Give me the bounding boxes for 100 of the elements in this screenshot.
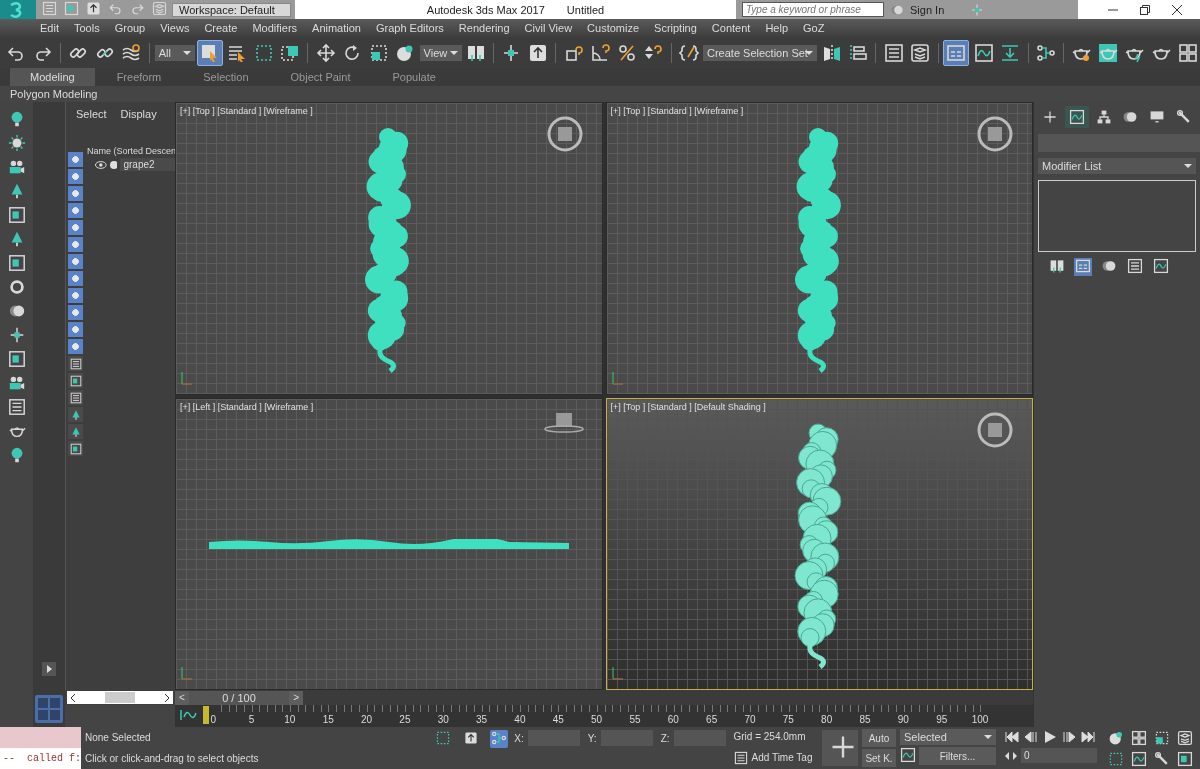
viewport[interactable]: [+] [Left ] [Standard ] [Wireframe ]: [175, 397, 603, 690]
viewcube-icon[interactable]: [543, 410, 584, 435]
panel-icon[interactable]: [68, 373, 83, 388]
viewport[interactable]: [+] [Top ] [Standard ] [Default Shading ]: [605, 397, 1033, 690]
layers-icon[interactable]: [1176, 730, 1194, 748]
menu-item[interactable]: Create: [204, 22, 238, 34]
ribbon-panel-title[interactable]: Polygon Modeling: [10, 88, 98, 100]
ribbon-tab[interactable]: Object Paint: [270, 68, 371, 86]
panel-icon[interactable]: [68, 441, 83, 456]
object-name[interactable]: grape2: [120, 158, 175, 171]
toolbar-dropdown[interactable]: All: [154, 44, 195, 61]
tree-icon[interactable]: [68, 424, 83, 439]
filter-toggle[interactable]: [68, 186, 83, 201]
menu-item[interactable]: GoZ: [803, 22, 825, 34]
key-filters-button[interactable]: Filters...: [919, 747, 996, 765]
menu-item[interactable]: Views: [160, 22, 190, 34]
restore-icon[interactable]: [1140, 4, 1150, 15]
panel-icon[interactable]: [7, 254, 26, 272]
current-frame-field[interactable]: 0: [1021, 748, 1097, 763]
viewport[interactable]: [+] [Top ] [Standard ] [Wireframe ]: [605, 102, 1033, 395]
filter-toggle[interactable]: [68, 305, 83, 320]
add-time-tag-button[interactable]: Add Time Tag: [733, 750, 818, 765]
column-header[interactable]: Name (Sorted Descen: [87, 146, 175, 156]
viewport-label[interactable]: [+] [Left ] [Standard ] [Wireframe ]: [180, 401, 314, 412]
menu-item[interactable]: Modifiers: [252, 22, 298, 34]
table-icon[interactable]: [68, 390, 83, 405]
menu-item[interactable]: Content: [711, 22, 751, 34]
set-key-button[interactable]: Set K.: [862, 749, 896, 767]
previous-frame-button[interactable]: <: [175, 690, 189, 705]
explorer-tab[interactable]: Display: [120, 108, 157, 120]
toolbar-dropdown[interactable]: Create Selection Set: [703, 44, 818, 61]
menu-item[interactable]: Tools: [73, 22, 100, 34]
filter-toggle[interactable]: [68, 254, 83, 269]
ribbon-tab[interactable]: Freeform: [96, 68, 182, 86]
menu-item[interactable]: Rendering: [458, 22, 510, 34]
menu-item[interactable]: Group: [114, 22, 146, 34]
tree-icon[interactable]: [68, 407, 83, 422]
first-frame-icon[interactable]: [1004, 730, 1020, 744]
curve-icon[interactable]: [1130, 751, 1148, 769]
next-frame-button[interactable]: >: [289, 690, 303, 705]
select-cursor-icon[interactable]: [196, 39, 223, 66]
panel-icon[interactable]: [7, 206, 26, 224]
eye-icon[interactable]: [95, 160, 107, 169]
time-marker[interactable]: [203, 706, 209, 724]
filter-toggle[interactable]: [68, 288, 83, 303]
last-frame-icon[interactable]: [1080, 730, 1096, 744]
sun-icon[interactable]: [7, 134, 26, 152]
key-filter-dropdown[interactable]: Selected: [900, 729, 996, 745]
modifier-stack[interactable]: [1038, 180, 1196, 252]
play-icon[interactable]: [1042, 730, 1058, 744]
viewcube-icon[interactable]: [545, 115, 584, 153]
viewcube-icon[interactable]: [976, 115, 1014, 153]
filter-toggle[interactable]: [68, 203, 83, 218]
image-grid-icon[interactable]: [1130, 730, 1148, 748]
viewcube-icon[interactable]: [976, 410, 1014, 449]
ring-icon[interactable]: [7, 278, 26, 296]
curve-icon[interactable]: [1152, 258, 1170, 276]
curve-editor-icon[interactable]: [179, 707, 199, 723]
filter-toggle[interactable]: [68, 237, 83, 252]
menu-item[interactable]: Civil View: [524, 22, 573, 34]
table-icon[interactable]: [1126, 258, 1144, 276]
curve-icon[interactable]: [1064, 106, 1089, 128]
sign-in-link[interactable]: Sign In: [910, 3, 945, 16]
viewport-label[interactable]: [+] [Top ] [Standard ] [Wireframe ]: [180, 106, 313, 116]
filter-toggle[interactable]: [68, 220, 83, 235]
menu-item[interactable]: Graph Editors: [375, 22, 444, 34]
panel-icon[interactable]: [7, 350, 26, 368]
ribbon-tab[interactable]: Selection: [183, 68, 269, 86]
filter-toggle[interactable]: [68, 152, 83, 167]
search-field[interactable]: Type a keyword or phrase: [742, 2, 884, 17]
camera-icon[interactable]: [7, 374, 26, 392]
viewport-label[interactable]: [+] [Top ] [Standard ] [Default Shading ]: [610, 401, 766, 412]
scroll-right-icon[interactable]: [164, 693, 170, 702]
close-icon[interactable]: [1172, 4, 1182, 15]
menu-item[interactable]: Animation: [312, 22, 361, 34]
filter-toggle[interactable]: [68, 339, 83, 354]
ribbon-tab[interactable]: Populate: [372, 68, 456, 86]
menu-item[interactable]: Scripting: [654, 22, 697, 34]
track-bar[interactable]: 0 5 10 15 20 25 30 35 40 45 50 55 60 65 70 75 80 85 90 95 100: [175, 705, 1033, 727]
script-input-field[interactable]: [0, 727, 81, 748]
filter-toggle[interactable]: [68, 169, 83, 184]
panel-icon[interactable]: [1176, 751, 1194, 769]
panel-toggle-icon[interactable]: [943, 39, 970, 66]
workspace-dropdown[interactable]: Workspace: Default: [172, 2, 291, 17]
table-icon[interactable]: [7, 398, 26, 416]
key-mode-icon[interactable]: [1004, 750, 1018, 761]
scroll-left-icon[interactable]: [70, 693, 76, 702]
auto-key-button[interactable]: Auto: [862, 729, 896, 747]
prev-frame-icon[interactable]: [1023, 730, 1039, 744]
explorer-tab[interactable]: Select: [76, 108, 107, 120]
filter-toggle[interactable]: [68, 322, 83, 337]
time-slider[interactable]: < 0 / 100 >: [175, 690, 303, 705]
panel-toggle-icon[interactable]: [1074, 258, 1092, 276]
script-output[interactable]: -- called f:: [0, 748, 81, 769]
modifier-list-dropdown[interactable]: Modifier List: [1038, 158, 1196, 174]
scrollbar-thumb[interactable]: [105, 692, 135, 703]
camera-icon[interactable]: [7, 158, 26, 176]
toolbar-dropdown[interactable]: View: [419, 44, 462, 61]
ribbon-tab[interactable]: Modeling: [10, 68, 95, 86]
next-frame-icon[interactable]: [1061, 730, 1077, 744]
